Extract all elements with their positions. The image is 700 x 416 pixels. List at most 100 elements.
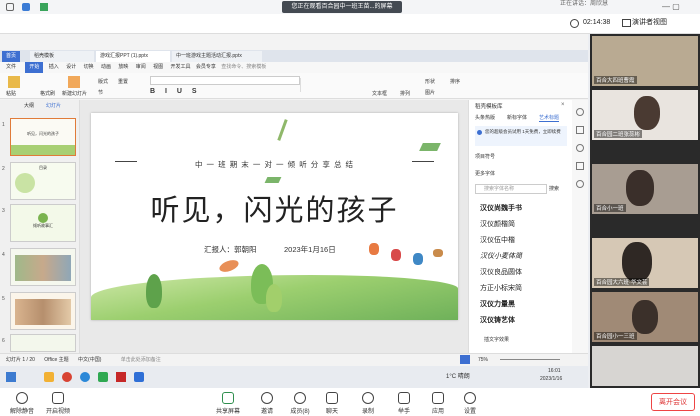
- chat-label: 聊天: [325, 409, 338, 415]
- zoom-slider[interactable]: [500, 359, 560, 360]
- slide-thumbnail-3[interactable]: 倾听故事汇: [10, 204, 76, 242]
- reset-button[interactable]: 重置: [118, 78, 128, 85]
- tool-icon[interactable]: [576, 108, 584, 116]
- font-item[interactable]: 汉仪良品圆体: [480, 267, 522, 277]
- apps-icon: [432, 392, 444, 404]
- video-tile[interactable]: 百合园大六班·华文芸: [592, 238, 698, 288]
- font-item[interactable]: 汉仪小麦体简: [480, 251, 522, 261]
- participant-name: 百合园小一三班: [594, 332, 637, 340]
- settings-button[interactable]: 设置: [450, 392, 490, 416]
- textbox-button[interactable]: 文本框: [372, 90, 387, 97]
- explorer-icon[interactable]: [44, 372, 54, 382]
- start-icon[interactable]: [6, 372, 16, 382]
- wechat-icon[interactable]: [98, 372, 108, 382]
- menu-transition[interactable]: 切换: [84, 62, 100, 73]
- tab-template[interactable]: 稻壳模板: [30, 51, 94, 62]
- font-item[interactable]: 汉仪伍中楷: [480, 235, 515, 245]
- start-video-button[interactable]: 开启视频: [38, 392, 78, 416]
- start-video-label: 开启视频: [45, 409, 70, 415]
- slide-thumbnail-2[interactable]: 目录: [10, 162, 76, 200]
- font-item[interactable]: 方正小标宋简: [480, 283, 522, 293]
- child-illustration: [413, 253, 423, 265]
- bullet-section[interactable]: 项目符号: [475, 153, 495, 160]
- menu-slideshow[interactable]: 放映: [118, 62, 134, 73]
- leave-meeting-button[interactable]: 离开会议: [651, 393, 695, 411]
- tool-icon[interactable]: [576, 180, 584, 188]
- text-effect-link[interactable]: 插文字效果: [484, 336, 509, 343]
- arrange-button[interactable]: 排列: [400, 90, 410, 97]
- slides-tab[interactable]: 幻灯片: [46, 102, 61, 109]
- slide-thumbnail-1[interactable]: 听见，闪光的孩子: [10, 118, 76, 156]
- menu-member[interactable]: 会员专享: [196, 62, 220, 73]
- window-controls[interactable]: — ▢: [662, 2, 680, 11]
- menu-design[interactable]: 设计: [66, 62, 82, 73]
- menu-review[interactable]: 审阅: [136, 62, 152, 73]
- font-search-input[interactable]: 搜索字体名称: [475, 184, 547, 194]
- font-item[interactable]: 汉仪颜楷简: [480, 219, 515, 229]
- pane-tab-2[interactable]: 新标字体: [507, 114, 527, 121]
- tab-home[interactable]: 首页: [2, 51, 21, 62]
- unmute-button[interactable]: 解除静音: [2, 392, 42, 416]
- video-tile[interactable]: 百合大四班曹霞: [592, 36, 698, 86]
- dog-illustration: [433, 249, 443, 257]
- view-mode-button[interactable]: 演讲者视图: [632, 17, 667, 27]
- menu-bar: 文件 开始 插入 设计 切换 动画 放映 审阅 视图 开发工具 会员专享 查找命…: [0, 62, 588, 73]
- font-search-button[interactable]: 搜索: [549, 184, 559, 194]
- section-button[interactable]: 节: [98, 89, 103, 96]
- menu-insert[interactable]: 插入: [49, 62, 65, 73]
- video-tile[interactable]: 百合小一班: [592, 164, 698, 214]
- tool-icon[interactable]: [576, 162, 584, 170]
- sort-button[interactable]: 排序: [450, 78, 460, 85]
- notice-text: 您的超级会员试用 1天免费，立即续费: [485, 129, 561, 134]
- new-slide-button[interactable]: 新建幻灯片: [62, 90, 87, 97]
- font-section[interactable]: 更多字体: [475, 170, 495, 177]
- paragraph-tools[interactable]: [300, 78, 360, 92]
- slide-title: 听见，闪光的孩子: [150, 195, 399, 227]
- font-item[interactable]: 汉仪力量黑: [480, 299, 515, 309]
- chat-button[interactable]: 聊天: [312, 392, 352, 416]
- close-icon[interactable]: ×: [561, 102, 565, 108]
- video-tile[interactable]: [592, 346, 698, 386]
- meeting-app-icon[interactable]: [134, 372, 144, 382]
- play-icon[interactable]: [460, 355, 470, 364]
- browser-icon[interactable]: [62, 372, 72, 382]
- pane-tab-1[interactable]: 头条热版: [475, 114, 495, 121]
- video-tile[interactable]: 百合园小一三班: [592, 292, 698, 342]
- menu-view[interactable]: 视图: [153, 62, 169, 73]
- slide-thumbnail-5[interactable]: [10, 292, 76, 330]
- command-search[interactable]: 查找命令、搜索模板: [221, 62, 281, 73]
- side-toolbar: [572, 100, 588, 353]
- slide-thumbnail-4[interactable]: [10, 248, 76, 286]
- font-style-buttons[interactable]: B I U S: [150, 88, 201, 95]
- invite-label: 邀请: [260, 409, 273, 415]
- notes-placeholder[interactable]: 单击此处添加备注: [121, 357, 161, 363]
- participant-name: 百合园大六班·华文芸: [594, 278, 650, 286]
- paste-button[interactable]: 粘贴: [6, 90, 16, 97]
- tool-icon[interactable]: [576, 144, 584, 152]
- child-illustration: [391, 249, 401, 261]
- edge-icon[interactable]: [80, 372, 90, 382]
- share-screen-button[interactable]: 共享屏幕: [208, 392, 248, 416]
- menu-devtools[interactable]: 开发工具: [171, 62, 195, 73]
- font-item[interactable]: 汉仪尚魏手书: [480, 203, 522, 213]
- current-slide[interactable]: 中 一 班 期 末 一 对 一 倾 听 分 享 总 结 听见，闪光的孩子 汇报人…: [91, 113, 458, 320]
- tab-active-doc[interactable]: 游戏汇报PPT (1).pptx: [96, 51, 170, 62]
- reporter-label: 汇报人：郭朝阳: [204, 245, 257, 254]
- font-select[interactable]: [150, 76, 300, 85]
- shape-button[interactable]: 形状: [425, 78, 435, 85]
- video-tile[interactable]: 百合园二班张蕊彬: [592, 90, 698, 140]
- slide-thumbnail-6[interactable]: [10, 334, 76, 352]
- wps-icon[interactable]: [116, 372, 126, 382]
- picture-button[interactable]: 图片: [425, 89, 435, 96]
- pane-tab-3[interactable]: 艺术标题: [539, 114, 560, 122]
- menu-file[interactable]: 文件: [6, 62, 24, 73]
- menu-animation[interactable]: 动画: [101, 62, 117, 73]
- layout-button[interactable]: 版式: [98, 78, 108, 85]
- font-item[interactable]: 汉仪铸艺体: [480, 315, 515, 325]
- tab-doc[interactable]: 中一班游戏主题活动汇报.pptx: [172, 51, 262, 62]
- outline-tab[interactable]: 大纲: [24, 102, 34, 109]
- record-button[interactable]: 录制: [348, 392, 388, 416]
- format-painter-button[interactable]: 格式刷: [40, 90, 55, 97]
- tool-icon[interactable]: [576, 126, 584, 134]
- menu-home[interactable]: 开始: [25, 62, 44, 73]
